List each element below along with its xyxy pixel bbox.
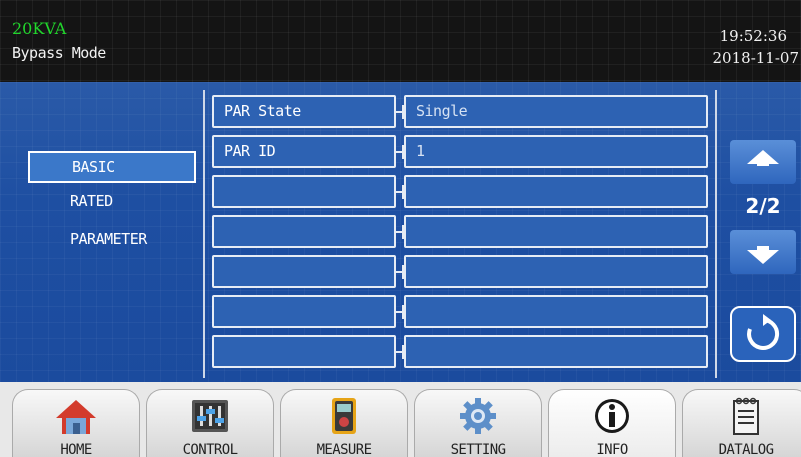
row-connector (396, 145, 404, 159)
row-connector (396, 105, 404, 119)
row-name: PAR ID (212, 135, 396, 168)
tab-setting[interactable]: SETTING (414, 389, 542, 457)
notepad-icon (733, 397, 759, 435)
bottom-nav: HOME CONTROL MEASURE SETTING INFO DATALO… (0, 382, 801, 457)
tab-label: INFO (596, 442, 628, 457)
info-panel: BASIC RATED PARAMETER PAR State Single P… (0, 82, 801, 382)
row-name (212, 175, 396, 208)
status-header: 20KVA Bypass Mode 19:52:36 2018-11-07 (0, 0, 801, 82)
gear-icon (460, 398, 496, 434)
page-up-button[interactable] (730, 140, 796, 184)
row-name (212, 215, 396, 248)
row-name: PAR State (212, 95, 396, 128)
meter-icon (332, 398, 356, 434)
row-connector (396, 185, 404, 199)
category-rated[interactable]: RATED (70, 192, 113, 210)
row-value (404, 255, 708, 288)
row-value (404, 335, 708, 368)
tab-label: CONTROL (182, 442, 238, 457)
tab-info[interactable]: INFO (548, 389, 676, 457)
arrow-up-icon (747, 150, 779, 166)
row-connector (396, 305, 404, 319)
tab-label: MEASURE (316, 442, 372, 457)
tab-measure[interactable]: MEASURE (280, 389, 408, 457)
row-value: Single (404, 95, 708, 128)
tab-datalog[interactable]: DATALOG (682, 389, 801, 457)
row-name (212, 335, 396, 368)
page-down-button[interactable] (730, 230, 796, 274)
row-name (212, 295, 396, 328)
row-value (404, 215, 708, 248)
clock-date: 2018-11-07 (712, 49, 799, 67)
row-value (404, 175, 708, 208)
row-value: 1 (404, 135, 708, 168)
row-connector (396, 265, 404, 279)
operating-mode: Bypass Mode (12, 44, 106, 62)
page-indicator: 2/2 (745, 194, 781, 218)
row-connector (396, 225, 404, 239)
home-icon (56, 400, 96, 434)
row-name (212, 255, 396, 288)
category-basic[interactable]: BASIC (28, 151, 196, 183)
category-parameter[interactable]: PARAMETER (70, 230, 147, 248)
refresh-icon (747, 314, 780, 350)
model-rating: 20KVA (12, 19, 67, 38)
clock-time: 19:52:36 (719, 27, 787, 45)
arrow-down-icon (747, 246, 779, 264)
refresh-button[interactable] (730, 306, 796, 362)
sliders-icon (192, 400, 228, 432)
info-icon (595, 399, 629, 433)
row-connector (396, 345, 404, 359)
tab-label: HOME (60, 442, 92, 457)
tab-label: DATALOG (718, 442, 774, 457)
tab-label: SETTING (450, 442, 506, 457)
tab-control[interactable]: CONTROL (146, 389, 274, 457)
tab-home[interactable]: HOME (12, 389, 140, 457)
row-value (404, 295, 708, 328)
